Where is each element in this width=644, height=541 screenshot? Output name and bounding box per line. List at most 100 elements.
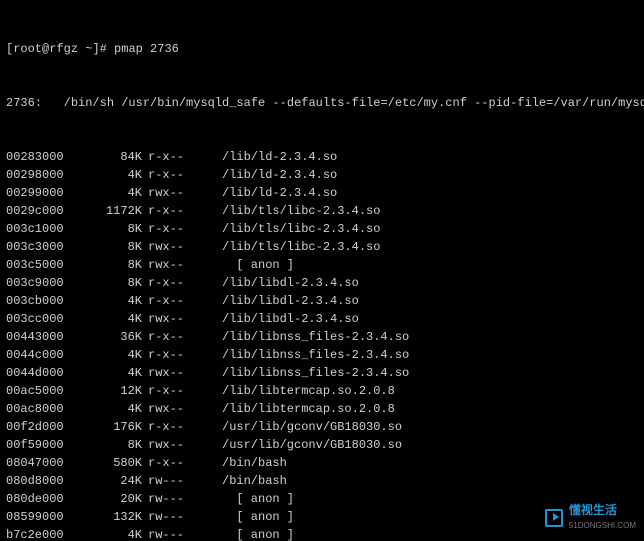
col-addr: 080d8000 — [6, 472, 86, 490]
col-perm: r-x-- — [142, 148, 204, 166]
col-perm: r-x-- — [142, 328, 204, 346]
col-map: /lib/libtermcap.so.2.0.8 — [204, 400, 395, 418]
col-size: 176K — [86, 418, 142, 436]
col-addr: 00ac5000 — [6, 382, 86, 400]
prompt-symbol: # — [100, 42, 107, 56]
pmap-rows: 0028300084Kr-x--/lib/ld-2.3.4.so00298000… — [6, 148, 638, 541]
col-size: 1172K — [86, 202, 142, 220]
col-perm: r-x-- — [142, 202, 204, 220]
pmap-desc: /bin/sh /usr/bin/mysqld_safe --defaults-… — [64, 96, 644, 110]
col-map: /lib/ld-2.3.4.so — [204, 148, 337, 166]
pmap-row: 08599000132Krw--- [ anon ] — [6, 508, 638, 526]
col-size: 84K — [86, 148, 142, 166]
col-addr: 003c5000 — [6, 256, 86, 274]
col-map: /lib/libnss_files-2.3.4.so — [204, 328, 409, 346]
col-addr: 00283000 — [6, 148, 86, 166]
col-map: /lib/ld-2.3.4.so — [204, 184, 337, 202]
pmap-row: 00ac80004Krwx--/lib/libtermcap.so.2.0.8 — [6, 400, 638, 418]
col-size: 580K — [86, 454, 142, 472]
prompt-user: root — [13, 42, 42, 56]
col-size: 4K — [86, 364, 142, 382]
col-addr: 0029c000 — [6, 202, 86, 220]
pmap-row: 003c90008Kr-x--/lib/libdl-2.3.4.so — [6, 274, 638, 292]
col-perm: r-x-- — [142, 166, 204, 184]
pmap-row: 00f590008Krwx--/usr/lib/gconv/GB18030.so — [6, 436, 638, 454]
col-perm: r-x-- — [142, 418, 204, 436]
col-map: /lib/tls/libc-2.3.4.so — [204, 238, 380, 256]
col-addr: 003c9000 — [6, 274, 86, 292]
col-perm: r-x-- — [142, 382, 204, 400]
watermark-logo-icon — [545, 509, 563, 527]
col-addr: 0044c000 — [6, 346, 86, 364]
col-map: /lib/tls/libc-2.3.4.so — [204, 220, 380, 238]
pmap-row: 003c50008Krwx-- [ anon ] — [6, 256, 638, 274]
col-size: 4K — [86, 346, 142, 364]
col-addr: 08599000 — [6, 508, 86, 526]
col-size: 8K — [86, 436, 142, 454]
col-size: 4K — [86, 526, 142, 541]
col-map: /lib/libdl-2.3.4.so — [204, 310, 359, 328]
col-size: 20K — [86, 490, 142, 508]
col-size: 8K — [86, 220, 142, 238]
pmap-row: 0029c0001172Kr-x--/lib/tls/libc-2.3.4.so — [6, 202, 638, 220]
col-map: [ anon ] — [204, 490, 294, 508]
col-addr: 00f59000 — [6, 436, 86, 454]
command-text: pmap 2736 — [114, 42, 179, 56]
pmap-row: 08047000580Kr-x--/bin/bash — [6, 454, 638, 472]
col-addr: 080de000 — [6, 490, 86, 508]
col-perm: rw--- — [142, 472, 204, 490]
col-addr: 003cb000 — [6, 292, 86, 310]
col-perm: rwx-- — [142, 184, 204, 202]
col-map: /lib/libdl-2.3.4.so — [204, 292, 359, 310]
pmap-row: 003c30008Krwx--/lib/tls/libc-2.3.4.so — [6, 238, 638, 256]
col-map: /usr/lib/gconv/GB18030.so — [204, 418, 402, 436]
prompt-line: [root@rfgz ~]# pmap 2736 — [6, 40, 638, 58]
col-size: 4K — [86, 310, 142, 328]
col-addr: 08047000 — [6, 454, 86, 472]
col-perm: rw--- — [142, 526, 204, 541]
pmap-row: 0044d0004Krwx--/lib/libnss_files-2.3.4.s… — [6, 364, 638, 382]
pmap-pid: 2736 — [6, 96, 35, 110]
col-size: 8K — [86, 256, 142, 274]
col-addr: 0044d000 — [6, 364, 86, 382]
pmap-row: b7c2e0004Krw--- [ anon ] — [6, 526, 638, 541]
col-size: 4K — [86, 166, 142, 184]
pmap-row: 080d800024Krw---/bin/bash — [6, 472, 638, 490]
terminal[interactable]: [root@rfgz ~]# pmap 2736 2736: /bin/sh /… — [0, 0, 644, 541]
col-map: /lib/ld-2.3.4.so — [204, 166, 337, 184]
col-map: /usr/lib/gconv/GB18030.so — [204, 436, 402, 454]
col-perm: r-x-- — [142, 220, 204, 238]
col-size: 8K — [86, 274, 142, 292]
col-addr: 003c3000 — [6, 238, 86, 256]
pmap-row: 002990004Krwx--/lib/ld-2.3.4.so — [6, 184, 638, 202]
pmap-row: 002980004Kr-x--/lib/ld-2.3.4.so — [6, 166, 638, 184]
col-map: /lib/libnss_files-2.3.4.so — [204, 364, 409, 382]
col-perm: r-x-- — [142, 454, 204, 472]
pmap-row: 00ac500012Kr-x--/lib/libtermcap.so.2.0.8 — [6, 382, 638, 400]
col-size: 4K — [86, 292, 142, 310]
pmap-header: 2736: /bin/sh /usr/bin/mysqld_safe --def… — [6, 94, 638, 112]
col-map: /lib/libnss_files-2.3.4.so — [204, 346, 409, 364]
col-map: [ anon ] — [204, 526, 294, 541]
col-perm: rwx-- — [142, 364, 204, 382]
col-map: /bin/bash — [204, 472, 287, 490]
col-size: 12K — [86, 382, 142, 400]
pmap-row: 003cc0004Krwx--/lib/libdl-2.3.4.so — [6, 310, 638, 328]
col-addr: 00299000 — [6, 184, 86, 202]
pmap-row: 003cb0004Kr-x--/lib/libdl-2.3.4.so — [6, 292, 638, 310]
pmap-row: 0044c0004Kr-x--/lib/libnss_files-2.3.4.s… — [6, 346, 638, 364]
pmap-row: 003c10008Kr-x--/lib/tls/libc-2.3.4.so — [6, 220, 638, 238]
col-size: 4K — [86, 400, 142, 418]
col-perm: r-x-- — [142, 274, 204, 292]
col-map: /lib/libdl-2.3.4.so — [204, 274, 359, 292]
col-addr: 00298000 — [6, 166, 86, 184]
col-map: [ anon ] — [204, 508, 294, 526]
col-size: 8K — [86, 238, 142, 256]
col-addr: 003cc000 — [6, 310, 86, 328]
col-perm: rw--- — [142, 508, 204, 526]
col-perm: r-x-- — [142, 292, 204, 310]
col-perm: rwx-- — [142, 310, 204, 328]
watermark: 懂视生活 51DONGSHI.COM — [545, 501, 636, 535]
col-addr: 00f2d000 — [6, 418, 86, 436]
col-map: /bin/bash — [204, 454, 287, 472]
